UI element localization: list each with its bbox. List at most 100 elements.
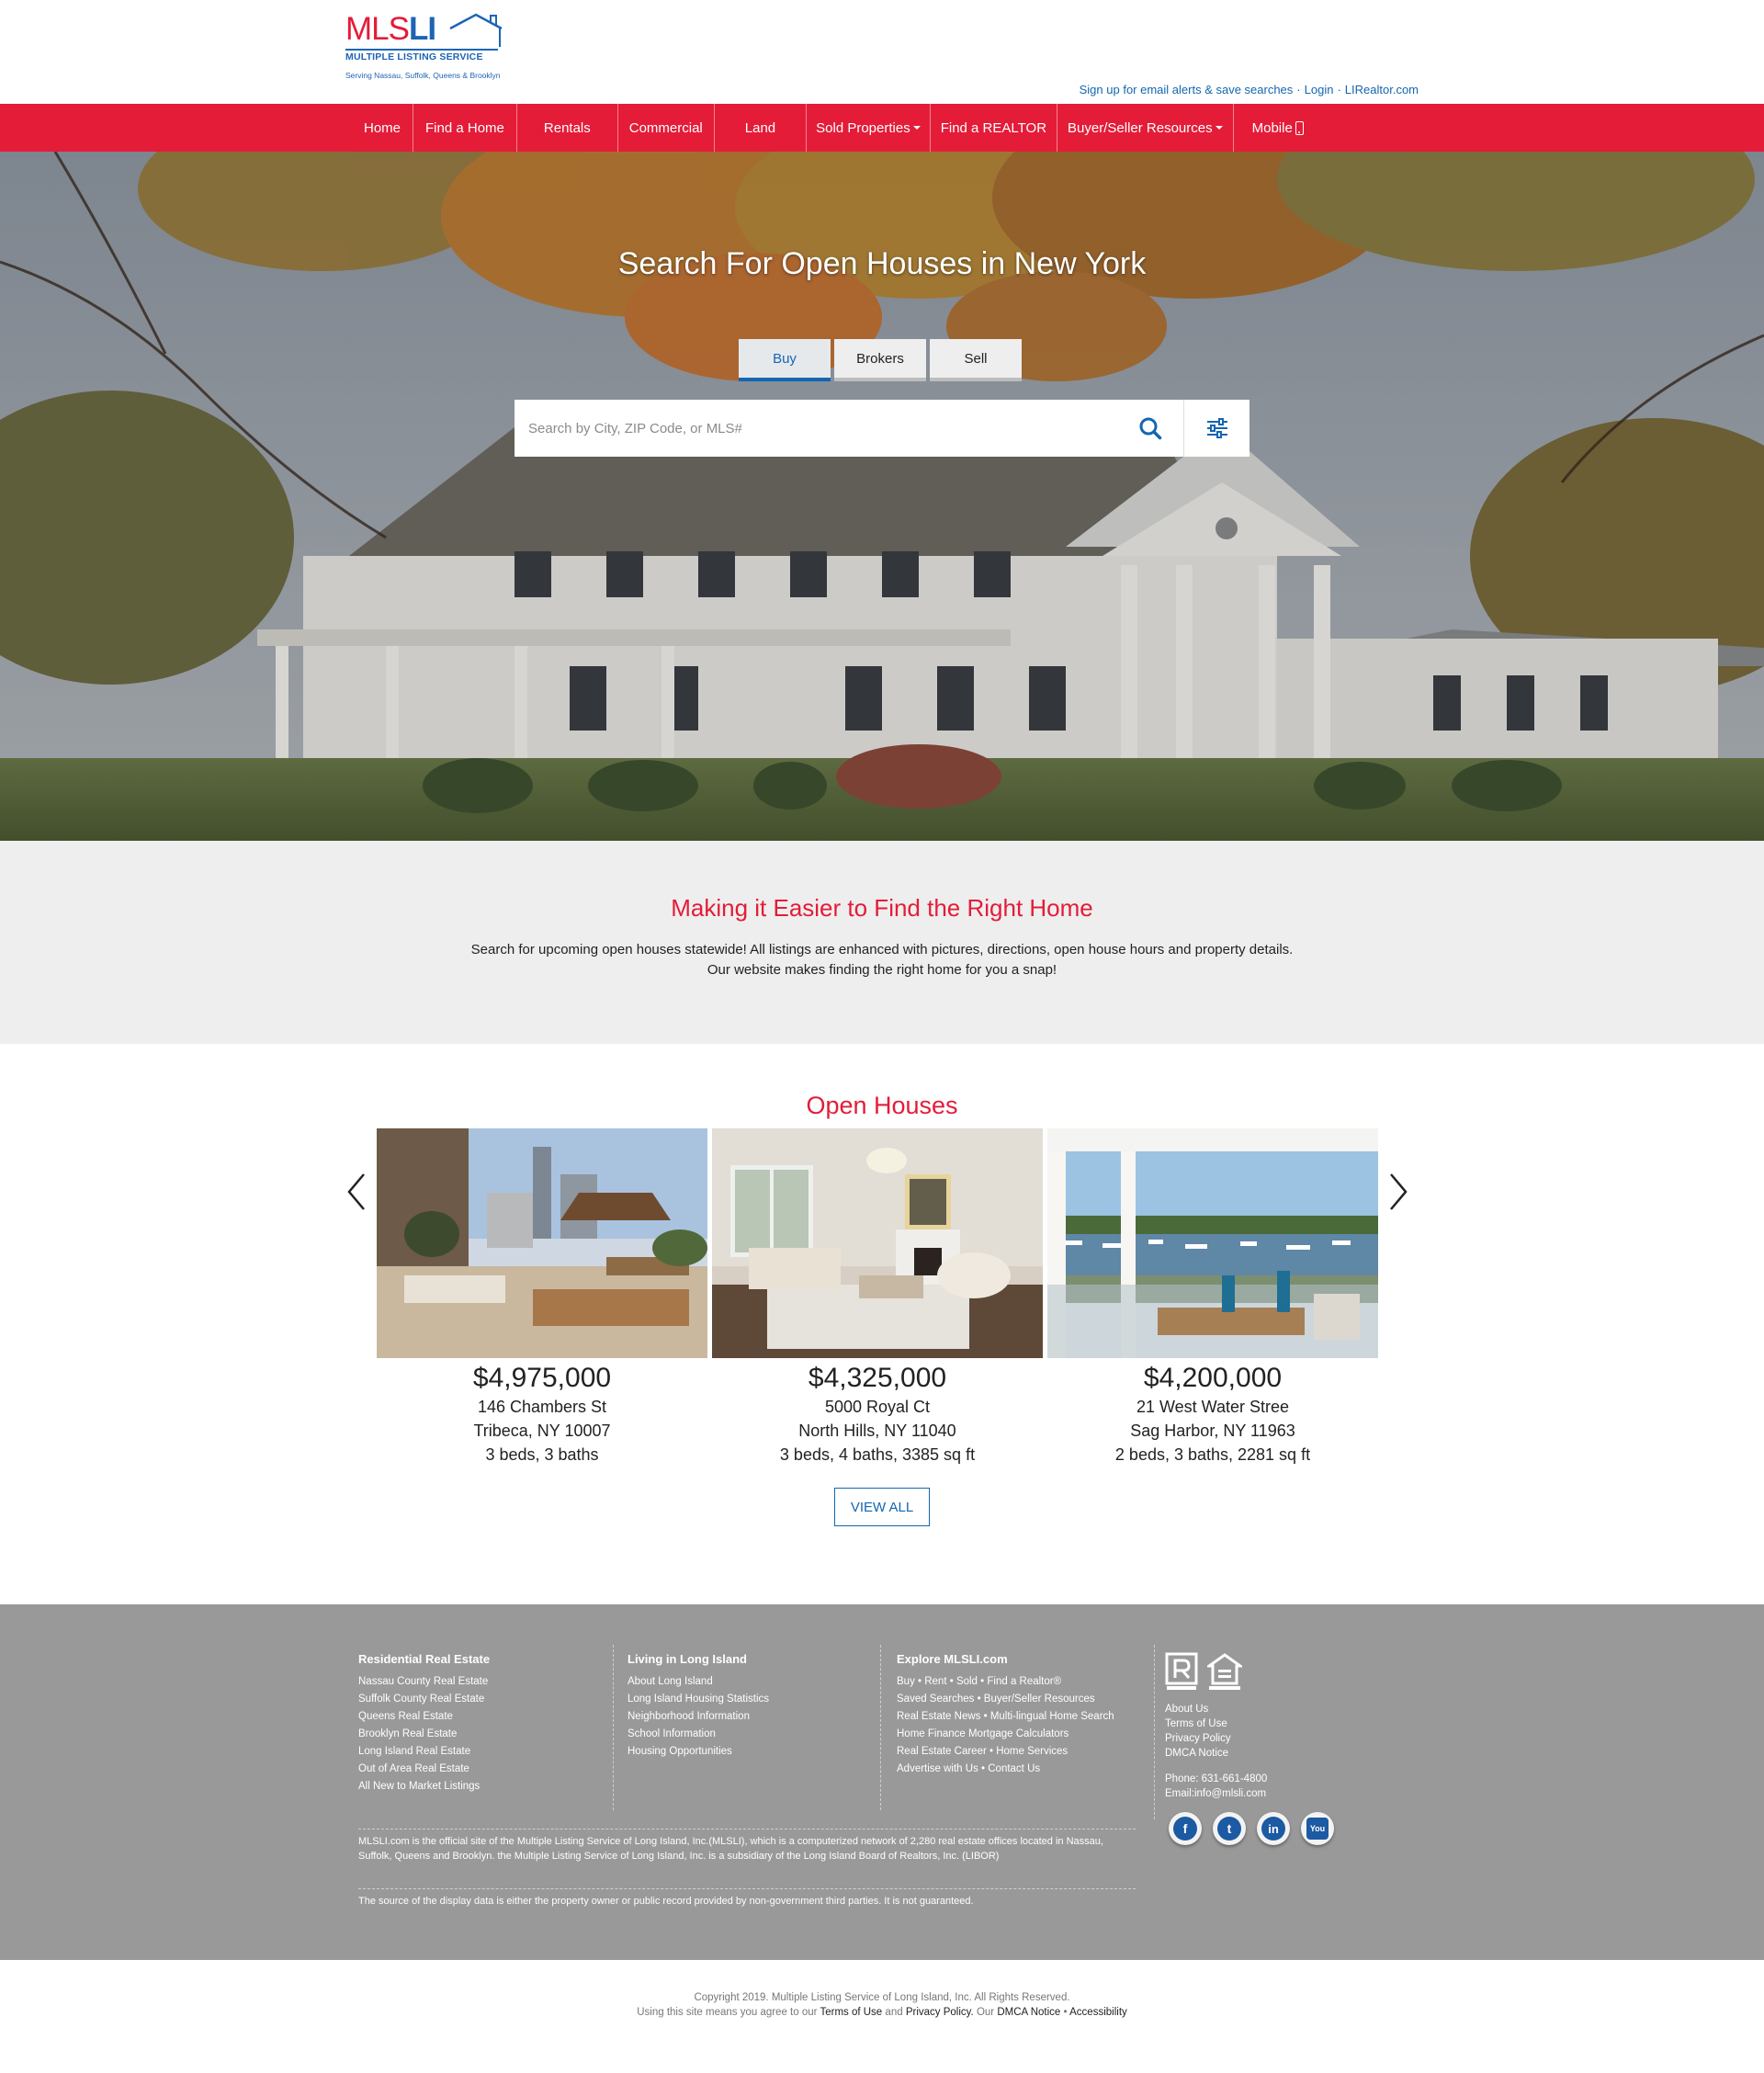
- nav-land[interactable]: Land: [715, 104, 808, 152]
- mlsli-logo[interactable]: MLSLI MULTIPLE LISTING SERVICE Serving N…: [345, 11, 503, 80]
- listing-photo[interactable]: [377, 1128, 707, 1358]
- footer-link[interactable]: Neighborhood Information: [628, 1708, 861, 1726]
- caret-down-icon: [1215, 126, 1223, 130]
- nav-commercial[interactable]: Commercial: [618, 104, 715, 152]
- listing-details: 3 beds, 3 baths: [485, 1445, 599, 1464]
- listing-card[interactable]: $4,200,000 21 West Water Stree Sag Harbo…: [1047, 1128, 1378, 1467]
- footer-col-title: Living in Long Island: [628, 1652, 747, 1666]
- footer-about-text: MLSLI.com is the official site of the Mu…: [358, 1829, 1136, 1863]
- footer-link[interactable]: Housing Opportunities: [628, 1743, 861, 1761]
- footer-link[interactable]: Terms of Use: [1165, 1716, 1292, 1731]
- footer-col-title: Explore MLSLI.com: [897, 1652, 1008, 1666]
- footer-link[interactable]: Advertise with Us • Contact Us: [897, 1761, 1128, 1778]
- search-button[interactable]: [1117, 400, 1183, 457]
- intro-section: Making it Easier to Find the Right Home …: [0, 841, 1764, 1044]
- footer-link[interactable]: Saved Searches • Buyer/Seller Resources: [897, 1691, 1128, 1708]
- nav-home[interactable]: Home: [352, 104, 414, 152]
- listing-street: 5000 Royal Ct: [824, 1398, 931, 1416]
- nav-sold-properties[interactable]: Sold Properties: [807, 104, 931, 152]
- footer-link[interactable]: Long Island Housing Statistics: [628, 1691, 861, 1708]
- listing-card[interactable]: $4,975,000 146 Chambers St Tribeca, NY 1…: [377, 1128, 707, 1467]
- separator: ·: [1337, 83, 1341, 96]
- footer-link[interactable]: Privacy Policy: [1165, 1731, 1292, 1746]
- login-link[interactable]: Login: [1305, 83, 1334, 96]
- footer-col-about: About Us Terms of Use Privacy Policy DMC…: [1154, 1645, 1292, 1819]
- footer-link[interactable]: Long Island Real Estate: [358, 1743, 606, 1761]
- accessibility-link[interactable]: Accessibility: [1069, 2007, 1127, 2018]
- social-links: f t in You: [1169, 1812, 1334, 1845]
- listing-city: Tribeca, NY 10007: [473, 1422, 611, 1440]
- footer-link[interactable]: About Us: [1165, 1702, 1292, 1716]
- footer-badges: [1165, 1652, 1292, 1693]
- bottom-bar: Copyright 2019. Multiple Listing Service…: [0, 1960, 1764, 2073]
- listing-city: Sag Harbor, NY 11963: [1130, 1422, 1295, 1440]
- lirealtor-link[interactable]: LIRealtor.com: [1345, 83, 1419, 96]
- footer-link[interactable]: All New to Market Listings: [358, 1778, 606, 1795]
- privacy-link[interactable]: Privacy Policy.: [906, 2007, 974, 2018]
- realtor-logo-icon: [1165, 1652, 1198, 1690]
- listing-carousel: $4,975,000 146 Chambers St Tribeca, NY 1…: [377, 1128, 1378, 1467]
- carousel-prev-icon[interactable]: [344, 1169, 371, 1215]
- nav-mobile[interactable]: Mobile: [1234, 104, 1322, 152]
- footer-link[interactable]: Brooklyn Real Estate: [358, 1726, 606, 1743]
- hero-banner: Search For Open Houses in New York Buy B…: [0, 152, 1764, 841]
- footer-link[interactable]: Home Finance Mortgage Calculators: [897, 1726, 1128, 1743]
- listing-photo[interactable]: [1047, 1128, 1378, 1358]
- site-footer: Residential Real Estate Nassau County Re…: [0, 1604, 1764, 1960]
- footer-link[interactable]: Queens Real Estate: [358, 1708, 606, 1726]
- footer-link[interactable]: Buy • Rent • Sold • Find a Realtor®: [897, 1673, 1128, 1691]
- footer-col-living: Living in Long Island About Long Island …: [613, 1645, 861, 1810]
- intro-text: Search for upcoming open houses statewid…: [470, 942, 1294, 978]
- footer-link[interactable]: School Information: [628, 1726, 861, 1743]
- footer-link[interactable]: Real Estate News • Multi-lingual Home Se…: [897, 1708, 1128, 1726]
- open-houses-heading: Open Houses: [806, 1092, 958, 1119]
- house-roof-icon: [449, 13, 503, 47]
- search-input[interactable]: [514, 400, 1117, 457]
- listing-city: North Hills, NY 11040: [798, 1422, 956, 1440]
- logo-tagline: MULTIPLE LISTING SERVICE: [345, 49, 498, 62]
- utility-links: Sign up for email alerts & save searches…: [1080, 83, 1419, 96]
- listing-card[interactable]: $4,325,000 5000 Royal Ct North Hills, NY…: [712, 1128, 1043, 1467]
- site-header: MLSLI MULTIPLE LISTING SERVICE Serving N…: [0, 0, 1764, 104]
- youtube-icon[interactable]: You: [1301, 1812, 1334, 1845]
- caret-down-icon: [912, 126, 921, 130]
- search-icon: [1139, 417, 1162, 440]
- footer-link[interactable]: Out of Area Real Estate: [358, 1761, 606, 1778]
- footer-link[interactable]: Real Estate Career • Home Services: [897, 1743, 1128, 1761]
- twitter-icon[interactable]: t: [1213, 1812, 1246, 1845]
- view-all-button[interactable]: VIEW ALL: [834, 1488, 930, 1526]
- footer-source-text: The source of the display data is either…: [358, 1888, 1136, 1909]
- legal-links: Using this site means you agree to our T…: [637, 2007, 1127, 2018]
- listing-price: $4,325,000: [808, 1363, 947, 1393]
- nav-buyer-seller-resources[interactable]: Buyer/Seller Resources: [1057, 104, 1234, 152]
- logo-wordmark: MLSLI: [345, 11, 436, 47]
- copyright-text: Copyright 2019. Multiple Listing Service…: [694, 1992, 1070, 2003]
- terms-link[interactable]: Terms of Use: [820, 2007, 882, 2018]
- nav-rentals[interactable]: Rentals: [517, 104, 618, 152]
- equal-housing-icon: [1207, 1653, 1242, 1690]
- facebook-icon[interactable]: f: [1169, 1812, 1202, 1845]
- email-alerts-link[interactable]: Sign up for email alerts & save searches: [1080, 83, 1294, 96]
- search-type-tabs: Buy Brokers Sell: [739, 339, 1022, 381]
- footer-link[interactable]: About Long Island: [628, 1673, 861, 1691]
- filter-button[interactable]: [1183, 400, 1250, 457]
- dmca-link[interactable]: DMCA Notice: [997, 2007, 1060, 2018]
- listing-photo[interactable]: [712, 1128, 1043, 1358]
- footer-link[interactable]: DMCA Notice: [1165, 1746, 1292, 1761]
- open-houses-section: Open Houses $4,975,000 146 Chambers St T…: [0, 1044, 1764, 1604]
- separator: ·: [1296, 83, 1301, 96]
- tab-sell[interactable]: Sell: [930, 339, 1022, 381]
- linkedin-icon[interactable]: in: [1257, 1812, 1290, 1845]
- nav-find-a-home[interactable]: Find a Home: [413, 104, 517, 152]
- tab-buy[interactable]: Buy: [739, 339, 831, 381]
- nav-find-a-realtor[interactable]: Find a REALTOR: [931, 104, 1058, 152]
- mobile-phone-icon: [1295, 120, 1304, 135]
- footer-phone: Phone: 631-661-4800: [1165, 1773, 1268, 1784]
- tab-brokers[interactable]: Brokers: [834, 339, 926, 381]
- footer-email[interactable]: Email:info@mlsli.com: [1165, 1786, 1292, 1801]
- footer-link[interactable]: Suffolk County Real Estate: [358, 1691, 606, 1708]
- listing-street: 21 West Water Stree: [1136, 1398, 1290, 1416]
- listing-price: $4,200,000: [1143, 1363, 1283, 1393]
- footer-link[interactable]: Nassau County Real Estate: [358, 1673, 606, 1691]
- carousel-next-icon[interactable]: [1384, 1169, 1411, 1215]
